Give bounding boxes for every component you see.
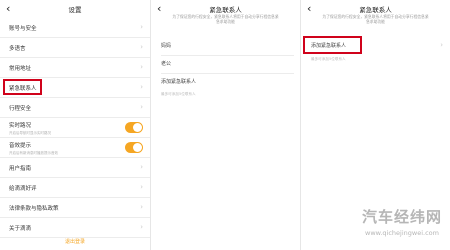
- toggle-knob: [133, 143, 142, 152]
- realtime-route-toggle[interactable]: [125, 122, 143, 133]
- emergency-contacts-empty-screen: ‹ 紧急联系人 为了保证您的行程安全，紧急联系人将用于自动分享行程信息紧急求助功…: [300, 0, 450, 250]
- watermark-url: www.qichejingwei.com: [365, 229, 439, 237]
- settings-item-common-address[interactable]: 常用地址 ›: [0, 58, 150, 78]
- description-text: 为了保证您的行程安全，紧急联系人将用于自动分享行程信息紧急求助功能: [322, 14, 429, 24]
- settings-item-about[interactable]: 关于滴滴 ›: [0, 218, 150, 238]
- page-title: 设置: [68, 6, 82, 14]
- add-hint: 最多可添加5位联系人: [311, 57, 346, 61]
- settings-screen: ‹ 设置 账号与安全 › 多语言 › 常用地址 › 紧急联系人 › 行程安全 ›…: [0, 0, 150, 250]
- settings-item-user-guide[interactable]: 用户指南 ›: [0, 158, 150, 178]
- nav-bar: ‹ 设置: [0, 0, 150, 20]
- settings-item-realtime-route: 实时路况 开启后导航时显示实时路况: [0, 118, 150, 138]
- item-label: 法律条款与隐私政策: [9, 206, 59, 212]
- highlight-box: [303, 36, 362, 54]
- settings-item-account-security[interactable]: 账号与安全 ›: [0, 18, 150, 38]
- item-label: 关于滴滴: [9, 226, 32, 232]
- chevron-right-icon: ›: [140, 23, 143, 31]
- toggle-knob: [133, 123, 142, 132]
- item-label: 音效提示: [9, 143, 32, 149]
- voice-assist-toggle[interactable]: [125, 142, 143, 153]
- settings-item-rate-app[interactable]: 给滴滴好评 ›: [0, 178, 150, 198]
- emergency-contacts-screen: ‹ 紧急联系人 为了保证您的行程安全，紧急联系人将用于自动分享行程信息紧急求助功…: [150, 0, 300, 250]
- chevron-right-icon: ›: [140, 223, 143, 231]
- item-label: 实时路况: [9, 123, 32, 129]
- page-title: 紧急联系人: [209, 6, 242, 14]
- chevron-right-icon: ›: [140, 103, 143, 111]
- chevron-right-icon: ›: [140, 163, 143, 171]
- chevron-right-icon: ›: [440, 41, 443, 49]
- item-label: 账号与安全: [9, 26, 37, 32]
- add-hint: 最多可添加5位联系人: [161, 92, 196, 96]
- settings-item-legal-privacy[interactable]: 法律条款与隐私政策 ›: [0, 198, 150, 218]
- description-text: 为了保证您的行程安全，紧急联系人将用于自动分享行程信息紧急求助功能: [172, 14, 279, 24]
- highlight-box: [3, 79, 42, 95]
- item-hint: 开启后有新消息时播放提示音效: [9, 151, 58, 155]
- item-label: 多语言: [9, 46, 26, 52]
- logout-button[interactable]: 退出登录: [0, 238, 150, 245]
- chevron-right-icon: ›: [140, 203, 143, 211]
- item-label: 给滴滴好评: [9, 186, 37, 192]
- chevron-right-icon: ›: [140, 63, 143, 71]
- settings-item-trip-safety[interactable]: 行程安全 ›: [0, 98, 150, 118]
- item-label: 常用地址: [9, 66, 32, 72]
- item-label: 行程安全: [9, 106, 32, 112]
- item-hint: 开启后导航时显示实时路况: [9, 131, 51, 135]
- settings-item-language[interactable]: 多语言 ›: [0, 38, 150, 58]
- page-title: 紧急联系人: [359, 6, 392, 14]
- chevron-right-icon: ›: [140, 83, 143, 91]
- chevron-right-icon: ›: [140, 43, 143, 51]
- watermark-title: 汽车经纬网: [361, 208, 442, 226]
- settings-item-voice-assist: 音效提示 开启后有新消息时播放提示音效: [0, 138, 150, 158]
- contact-item[interactable]: 妈妈: [161, 42, 171, 49]
- chevron-right-icon: ›: [140, 183, 143, 191]
- contact-item[interactable]: 老公: [161, 60, 171, 67]
- divider: [161, 73, 294, 74]
- add-emergency-contact-button[interactable]: 添加紧急联系人: [161, 78, 196, 85]
- item-label: 用户指南: [9, 166, 32, 172]
- divider: [161, 55, 294, 56]
- watermark: 汽车经纬网 www.qichejingwei.com: [362, 206, 442, 237]
